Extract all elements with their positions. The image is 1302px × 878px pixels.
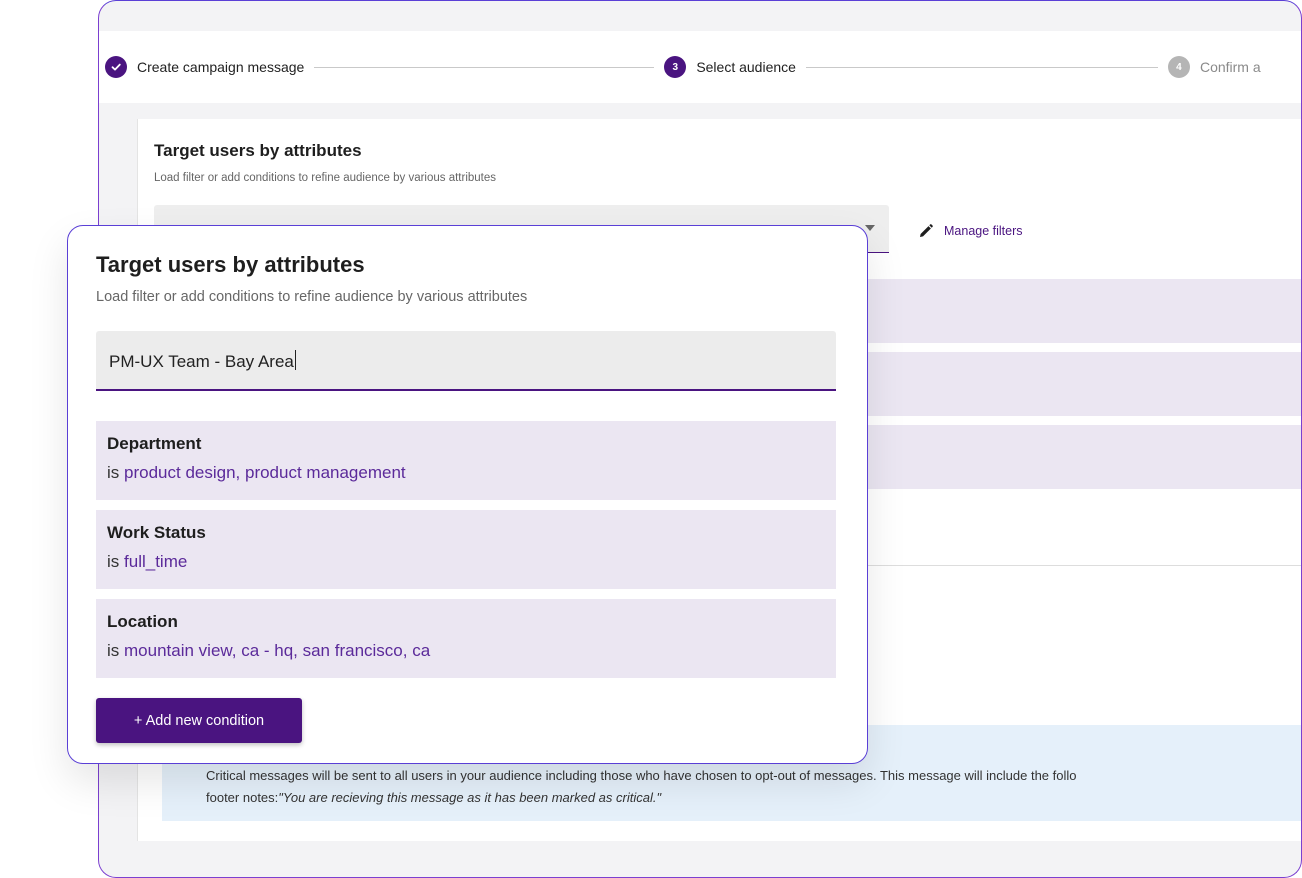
filter-name-value: PM-UX Team - Bay Area: [109, 352, 294, 371]
step-label: Create campaign message: [137, 59, 305, 75]
condition-operator: is: [107, 641, 120, 660]
step-connector: [805, 66, 1158, 68]
panel-subtitle: Load filter or add conditions to refine …: [96, 289, 528, 305]
filter-name-input[interactable]: PM-UX Team - Bay Area: [96, 331, 836, 391]
condition-rule: is full_time: [107, 552, 836, 572]
condition-name: Department: [107, 434, 202, 453]
step-number-badge: 3: [664, 56, 687, 78]
condition-name: Work Status: [107, 523, 206, 542]
step-confirm[interactable]: 4 Confirm a: [1167, 56, 1271, 78]
step-create-campaign-message[interactable]: Create campaign message: [105, 56, 314, 78]
notice-text: Critical messages will be sent to all us…: [206, 768, 1077, 783]
manage-filters-link[interactable]: Manage filters: [918, 223, 1023, 239]
notice-footer-quote: "You are recieving this message as it ha…: [278, 790, 662, 805]
campaign-stepper: Create campaign message 3 Select audienc…: [99, 31, 1301, 103]
pencil-icon: [920, 224, 933, 237]
condition-rule: is mountain view, ca - hq, san francisco…: [107, 641, 836, 661]
check-icon: [105, 56, 127, 78]
section-subtitle: Load filter or add conditions to refine …: [154, 172, 497, 184]
panel-title: Target users by attributes: [96, 252, 365, 277]
step-number-badge: 4: [1167, 56, 1190, 78]
condition-department[interactable]: Department is product design, product ma…: [96, 421, 836, 500]
condition-work-status[interactable]: Work Status is full_time: [96, 510, 836, 589]
target-users-panel: Target users by attributes Load filter o…: [67, 225, 868, 764]
section-title: Target users by attributes: [154, 141, 362, 160]
condition-value: mountain view, ca - hq, san francisco, c…: [124, 641, 431, 660]
condition-value: full_time: [124, 552, 188, 571]
text-cursor: [294, 350, 296, 370]
caret-down-icon[interactable]: [865, 225, 875, 231]
condition-operator: is: [107, 463, 120, 482]
step-connector: [314, 66, 655, 68]
notice-footer: footer notes:"You are recieving this mes…: [206, 787, 1301, 809]
add-new-condition-button[interactable]: + Add new condition: [96, 698, 302, 743]
condition-value: product design, product management: [124, 463, 406, 482]
step-label: Select audience: [696, 59, 796, 75]
condition-location[interactable]: Location is mountain view, ca - hq, san …: [96, 599, 836, 678]
step-select-audience[interactable]: 3 Select audience: [664, 56, 806, 78]
condition-name: Location: [107, 612, 178, 631]
step-label: Confirm a: [1199, 59, 1261, 75]
condition-operator: is: [107, 552, 120, 571]
notice-footer-prefix: footer notes:: [206, 790, 279, 805]
manage-filters-label: Manage filters: [944, 224, 1023, 238]
condition-rule: is product design, product management: [107, 463, 836, 483]
